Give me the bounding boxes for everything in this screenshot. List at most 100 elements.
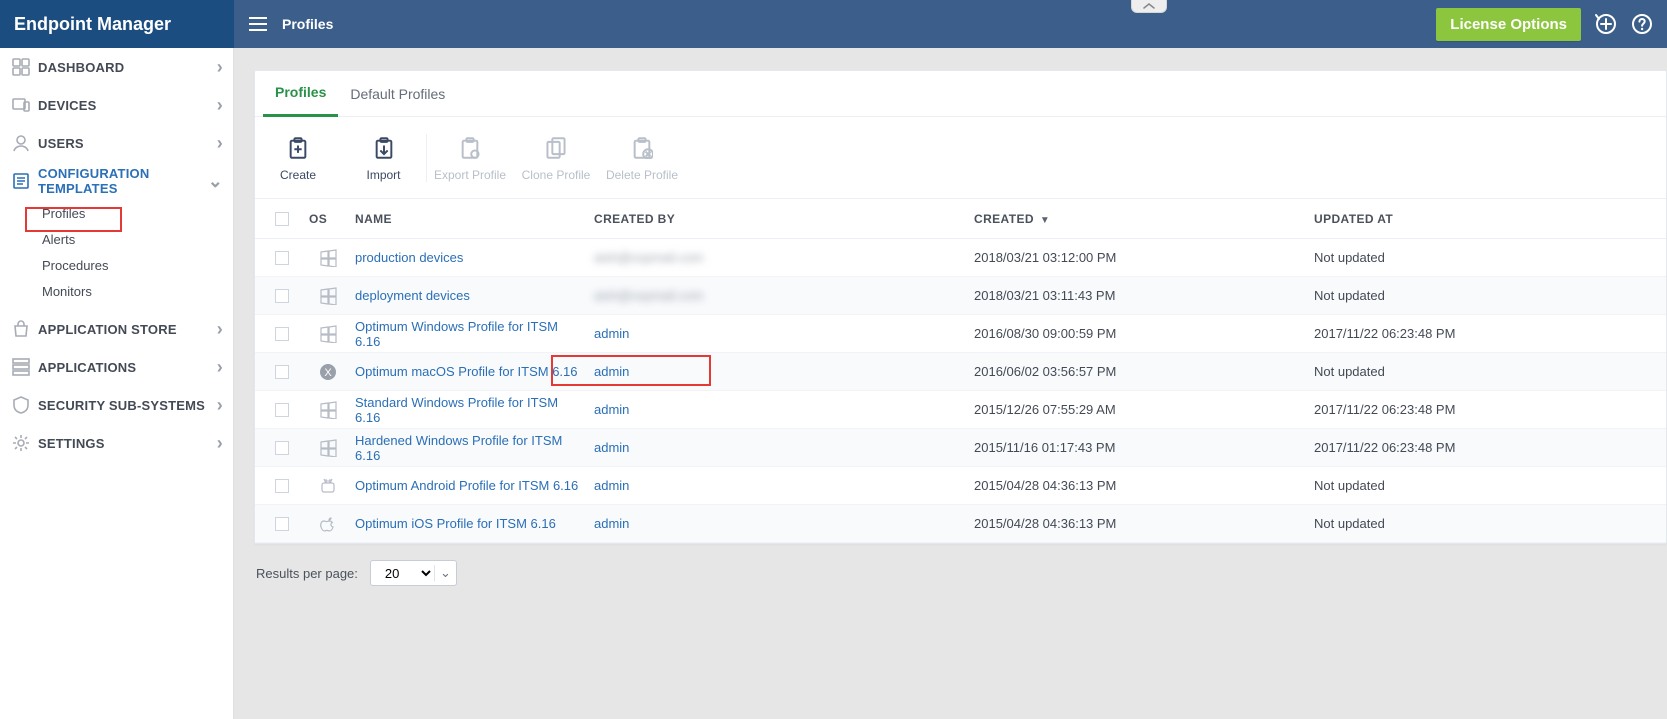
sidebar-item-users[interactable]: USERS › [0, 124, 233, 162]
col-updated-at[interactable]: UPDATED AT [1306, 212, 1666, 226]
profile-name-link[interactable]: production devices [355, 250, 463, 265]
row-checkbox[interactable] [275, 365, 289, 379]
col-created[interactable]: CREATED▼ [966, 212, 1306, 226]
sidebar-item-label: USERS [38, 136, 217, 151]
col-created-by[interactable]: CREATED BY [586, 212, 966, 226]
create-button[interactable]: Create [255, 134, 341, 182]
results-per-page-select[interactable]: 20 [381, 565, 434, 582]
toolbar-label: Create [280, 168, 316, 182]
row-checkbox[interactable] [275, 289, 289, 303]
sidebar-item-configuration-templates[interactable]: CONFIGURATION TEMPLATES ⌄ [0, 162, 233, 200]
sidebar-subitem-alerts[interactable]: Alerts [42, 226, 233, 252]
tab-profiles[interactable]: Profiles [263, 71, 338, 117]
os-icon-windows [301, 401, 347, 419]
updated-at: Not updated [1306, 250, 1666, 265]
updated-at: 2017/11/22 06:23:48 PM [1306, 402, 1666, 417]
updated-at: Not updated [1306, 288, 1666, 303]
table-row: Hardened Windows Profile for ITSM 6.16 a… [255, 429, 1666, 467]
created-by[interactable]: admin [594, 364, 629, 379]
sidebar-subitem-procedures[interactable]: Procedures [42, 252, 233, 278]
toolbar-label: Clone Profile [522, 168, 591, 182]
sidebar-item-label: APPLICATIONS [38, 360, 217, 375]
profile-name-link[interactable]: deployment devices [355, 288, 470, 303]
chevron-right-icon: › [217, 134, 223, 152]
profile-name-link[interactable]: Optimum Windows Profile for ITSM 6.16 [355, 319, 558, 349]
updated-at: 2017/11/22 06:23:48 PM [1306, 440, 1666, 455]
toolbar-label: Export Profile [434, 168, 506, 182]
row-checkbox[interactable] [275, 251, 289, 265]
clone-button: Clone Profile [513, 134, 599, 182]
shield-icon [10, 396, 32, 414]
row-checkbox[interactable] [275, 517, 289, 531]
sidebar-item-security-sub-systems[interactable]: SECURITY SUB-SYSTEMS › [0, 386, 233, 424]
toolbar: Create Import Export Profile Clone Profi… [255, 117, 1666, 199]
updated-at: Not updated [1306, 364, 1666, 379]
sidebar-item-label: APPLICATION STORE [38, 322, 217, 337]
tabs: ProfilesDefault Profiles [255, 71, 1666, 117]
created-by[interactable]: admin [594, 326, 629, 341]
created-by[interactable]: admin [594, 478, 629, 493]
sidebar-item-devices[interactable]: DEVICES › [0, 86, 233, 124]
pager: Results per page: 20 ⌄ [256, 560, 1667, 586]
created-by[interactable]: admin [594, 440, 629, 455]
export-button: Export Profile [427, 134, 513, 182]
content-area: ProfilesDefault Profiles Create Import E… [234, 48, 1667, 719]
help-button[interactable] [1631, 13, 1653, 35]
sidebar-subitem-monitors[interactable]: Monitors [42, 278, 233, 304]
row-checkbox[interactable] [275, 479, 289, 493]
created-by[interactable]: admin [594, 402, 629, 417]
sidebar-item-application-store[interactable]: APPLICATION STORE › [0, 310, 233, 348]
row-checkbox[interactable] [275, 441, 289, 455]
top-drawer-handle[interactable] [1131, 0, 1167, 13]
sidebar-item-label: SECURITY SUB-SYSTEMS [38, 398, 217, 413]
col-name[interactable]: NAME [347, 212, 586, 226]
select-all-checkbox[interactable] [275, 212, 289, 226]
create-icon [287, 134, 309, 162]
row-checkbox[interactable] [275, 403, 289, 417]
created-at: 2015/12/26 07:55:29 AM [966, 402, 1306, 417]
os-icon-ios [301, 515, 347, 533]
main-panel: ProfilesDefault Profiles Create Import E… [254, 70, 1667, 544]
os-icon-windows [301, 287, 347, 305]
toolbar-label: Delete Profile [606, 168, 678, 182]
profile-name-link[interactable]: Optimum Android Profile for ITSM 6.16 [355, 478, 578, 493]
chevron-right-icon: › [217, 396, 223, 414]
sidebar-item-label: SETTINGS [38, 436, 217, 451]
table-header-row: OS NAME CREATED BY CREATED▼ UPDATED AT [255, 199, 1666, 239]
import-button[interactable]: Import [341, 134, 427, 182]
breadcrumb: Profiles [282, 16, 333, 32]
col-os[interactable]: OS [301, 212, 347, 226]
tab-default-profiles[interactable]: Default Profiles [338, 71, 457, 117]
add-circle-button[interactable] [1595, 13, 1617, 35]
created-by[interactable]: admin [594, 516, 629, 531]
delete-icon [631, 134, 653, 162]
created-at: 2018/03/21 03:12:00 PM [966, 250, 1306, 265]
chevron-up-icon [1143, 2, 1155, 10]
profile-name-link[interactable]: Standard Windows Profile for ITSM 6.16 [355, 395, 558, 425]
updated-at: Not updated [1306, 516, 1666, 531]
profile-name-link[interactable]: Optimum iOS Profile for ITSM 6.16 [355, 516, 556, 531]
created-at: 2015/11/16 01:17:43 PM [966, 440, 1306, 455]
hamburger-icon [249, 17, 267, 31]
sidebar-item-dashboard[interactable]: DASHBOARD › [0, 48, 233, 86]
table-row: Optimum Windows Profile for ITSM 6.16 ad… [255, 315, 1666, 353]
sidebar-item-settings[interactable]: SETTINGS › [0, 424, 233, 462]
plus-circle-icon [1595, 13, 1617, 35]
created-at: 2016/06/02 03:56:57 PM [966, 364, 1306, 379]
license-options-button[interactable]: License Options [1436, 8, 1581, 41]
profile-name-link[interactable]: Hardened Windows Profile for ITSM 6.16 [355, 433, 562, 463]
row-checkbox[interactable] [275, 327, 289, 341]
sidebar-item-applications[interactable]: APPLICATIONS › [0, 348, 233, 386]
table-row: Optimum Android Profile for ITSM 6.16 ad… [255, 467, 1666, 505]
table-row: Optimum macOS Profile for ITSM 6.16 admi… [255, 353, 1666, 391]
profile-name-link[interactable]: Optimum macOS Profile for ITSM 6.16 [355, 364, 578, 379]
import-icon [373, 134, 395, 162]
results-per-page[interactable]: 20 ⌄ [370, 560, 457, 586]
menu-toggle[interactable] [234, 17, 282, 31]
store-icon [10, 320, 32, 338]
created-by: aish@xxpmail.com [594, 250, 703, 265]
table-row: production devices aish@xxpmail.com 2018… [255, 239, 1666, 277]
pager-label: Results per page: [256, 566, 358, 581]
sidebar-subitem-profiles[interactable]: Profiles [42, 200, 233, 226]
settings-icon [10, 434, 32, 452]
